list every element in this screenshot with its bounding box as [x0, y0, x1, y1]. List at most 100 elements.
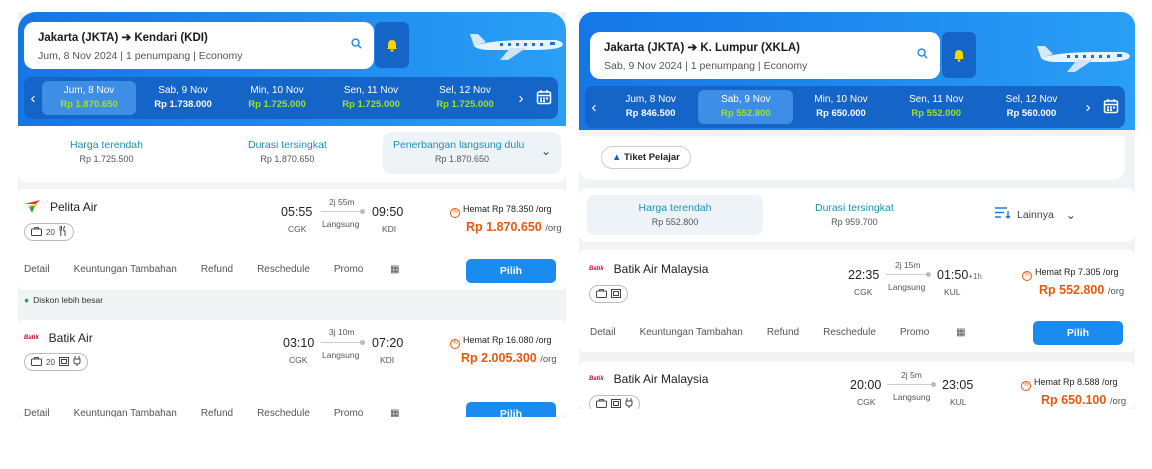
route-dot [360, 209, 365, 214]
tag-icon: ● [24, 295, 30, 305]
date-item[interactable]: Sen, 11 Nov Rp 1.725.000 [324, 81, 418, 115]
price-alert-bell-icon[interactable] [375, 22, 409, 68]
amenities-badge [589, 285, 628, 303]
baggage-icon [31, 356, 42, 368]
airline-name: Pelita Air [50, 200, 98, 214]
sort-direct-first[interactable]: Penerbangan langsung dulu Rp 1.870.650 ⌄ [383, 132, 561, 174]
header-banner: Jakarta (JKTA) ➔ K. Lumpur (XKLA) Sab, 9… [579, 12, 1135, 130]
tab-detail[interactable]: Detail [24, 264, 50, 275]
tab-refund[interactable]: Refund [201, 264, 233, 275]
tab-detail[interactable]: Detail [24, 408, 50, 417]
sort-shortest[interactable]: Durasi tersingkat Rp 1.870.650 [248, 139, 327, 164]
chevron-left-icon[interactable]: ‹ [585, 99, 603, 116]
tab-promo[interactable]: Promo ▦ [900, 327, 990, 338]
price-value: Rp 650.100 [1041, 393, 1107, 407]
date-label: Jum, 8 Nov [63, 85, 115, 96]
amenities-badge [589, 395, 640, 409]
flight-card[interactable]: Batik Batik Air 20 03:10 CGK 3j 10m Lang… [18, 320, 566, 417]
sort-cheapest[interactable]: Harga terendah Rp 1.725.500 [70, 139, 143, 164]
date-item[interactable]: Sab, 9 Nov Rp 1.738.000 [136, 81, 230, 115]
tab-reschedule[interactable]: Reschedule [823, 327, 876, 338]
tab-detail[interactable]: Detail [590, 327, 616, 338]
date-label: Sen, 11 Nov [343, 85, 399, 96]
flight-card[interactable]: Batik Batik Air Malaysia 22:35 CGK 2j 15… [579, 250, 1135, 352]
trip-subinfo: Sab, 9 Nov 2024 | 1 penumpang | Economy [604, 60, 808, 72]
price-value: Rp 552.800 [1039, 283, 1105, 297]
flight-price: Rp 1.870.650 /org [466, 220, 562, 234]
select-flight-button[interactable]: Pilih [466, 402, 556, 417]
date-price: Rp 650.000 [816, 108, 866, 119]
savings-text: Hemat Rp 7.305 /org [1035, 267, 1119, 277]
tab-keuntungan[interactable]: Keuntungan Tambahan [74, 408, 177, 417]
savings-text: Hemat Rp 78.350 /org [463, 204, 552, 214]
calendar-icon[interactable] [530, 89, 558, 108]
sort-title: Durasi tersingkat [815, 202, 894, 214]
tab-promo[interactable]: Promo ▦ [334, 408, 424, 417]
sort-filter-icon [995, 207, 1011, 222]
sort-value: Rp 1.870.650 [435, 154, 490, 164]
promo-ticket-icon: ▦ [390, 264, 400, 275]
sort-cheapest[interactable]: Harga terendah Rp 552.800 [587, 195, 763, 235]
search-summary[interactable]: Jakarta (JKTA) ➔ K. Lumpur (XKLA) Sab, 9… [590, 32, 940, 79]
amenities-badge: 20 [24, 353, 88, 371]
date-item[interactable]: Sab, 9 Nov Rp 552.800 [698, 90, 794, 124]
sort-value: Rp 1.725.500 [79, 154, 134, 164]
tab-refund[interactable]: Refund [767, 327, 799, 338]
date-item[interactable]: Min, 10 Nov Rp 1.725.000 [230, 81, 324, 115]
date-item[interactable]: Min, 10 Nov Rp 650.000 [793, 90, 888, 124]
date-price: Rp 1.738.000 [154, 99, 212, 110]
price-unit: /org [1107, 286, 1125, 297]
date-price: Rp 1.725.000 [436, 99, 494, 110]
discount-icon: % [450, 208, 460, 218]
flight-card[interactable]: Batik Batik Air Malaysia 20:00 CGK 2j 5m… [579, 362, 1135, 409]
departure-time: 03:10 [283, 336, 315, 350]
select-flight-button[interactable]: Pilih [466, 259, 556, 283]
route-dot [926, 272, 931, 277]
graduation-cap-icon: ▲ [612, 152, 622, 163]
baggage-icon [596, 398, 607, 410]
baggage-icon [596, 288, 607, 300]
price-unit: /org [540, 354, 557, 365]
date-item[interactable]: Sen, 11 Nov Rp 552.000 [889, 90, 984, 124]
arrival-time: 09:50 [372, 205, 404, 219]
promo-ticket-icon: ▦ [956, 327, 966, 338]
entertainment-icon [611, 288, 621, 300]
search-icon[interactable] [351, 38, 362, 52]
tab-promo[interactable]: Promo ▦ [334, 264, 424, 275]
airline-row: Batik Batik Air Malaysia [589, 372, 708, 386]
sort-shortest[interactable]: Durasi tersingkat Rp 959.700 [815, 202, 894, 227]
date-price: Rp 1.725.000 [248, 99, 306, 110]
chevron-right-icon[interactable]: › [1079, 99, 1097, 116]
savings-info: % Hemat Rp 7.305 /org [1022, 267, 1119, 281]
date-item[interactable]: Sel, 12 Nov Rp 1.725.000 [418, 81, 512, 115]
date-item[interactable]: Jum, 8 Nov Rp 1.870.650 [42, 81, 136, 115]
tab-reschedule[interactable]: Reschedule [257, 408, 310, 417]
sort-more[interactable]: Lainnya ⌄ [995, 207, 1076, 222]
power-outlet-icon [625, 398, 633, 409]
student-ticket-chip[interactable]: ▲ Tiket Pelajar [601, 146, 691, 169]
trip-subinfo: Jum, 8 Nov 2024 | 1 penumpang | Economy [38, 50, 243, 62]
tab-keuntungan[interactable]: Keuntungan Tambahan [74, 264, 177, 275]
chevron-left-icon[interactable]: ‹ [24, 90, 42, 107]
flight-card[interactable]: Pelita Air 20 05:55 CGK 2j 55m Langsung … [18, 189, 566, 290]
departure-airport: CGK [288, 224, 307, 234]
tab-promo-label: Promo [899, 327, 930, 338]
price-alert-bell-icon[interactable] [942, 32, 976, 78]
search-summary[interactable]: Jakarta (JKTA) ➔ Kendari (KDI) Jum, 8 No… [24, 22, 374, 69]
tab-keuntungan[interactable]: Keuntungan Tambahan [640, 327, 743, 338]
date-item[interactable]: Jum, 8 Nov Rp 846.500 [603, 90, 698, 124]
entertainment-icon [611, 398, 621, 410]
route-title: Jakarta (JKTA) ➔ K. Lumpur (XKLA) [604, 42, 800, 54]
sort-options: Harga terendah Rp 552.800 Durasi tersingk… [579, 188, 1135, 242]
date-price: Rp 552.800 [720, 108, 771, 119]
tab-reschedule[interactable]: Reschedule [257, 264, 310, 275]
tab-refund[interactable]: Refund [201, 408, 233, 417]
search-icon[interactable] [917, 48, 928, 62]
sort-value: Rp 552.800 [651, 217, 699, 227]
calendar-icon[interactable] [1097, 98, 1125, 117]
select-flight-button[interactable]: Pilih [1033, 321, 1123, 345]
date-price: Rp 552.000 [911, 108, 962, 119]
date-label: Sen, 11 Nov [909, 94, 964, 105]
chevron-right-icon[interactable]: › [512, 90, 530, 107]
date-item[interactable]: Sel, 12 Nov Rp 560.000 [984, 90, 1079, 124]
